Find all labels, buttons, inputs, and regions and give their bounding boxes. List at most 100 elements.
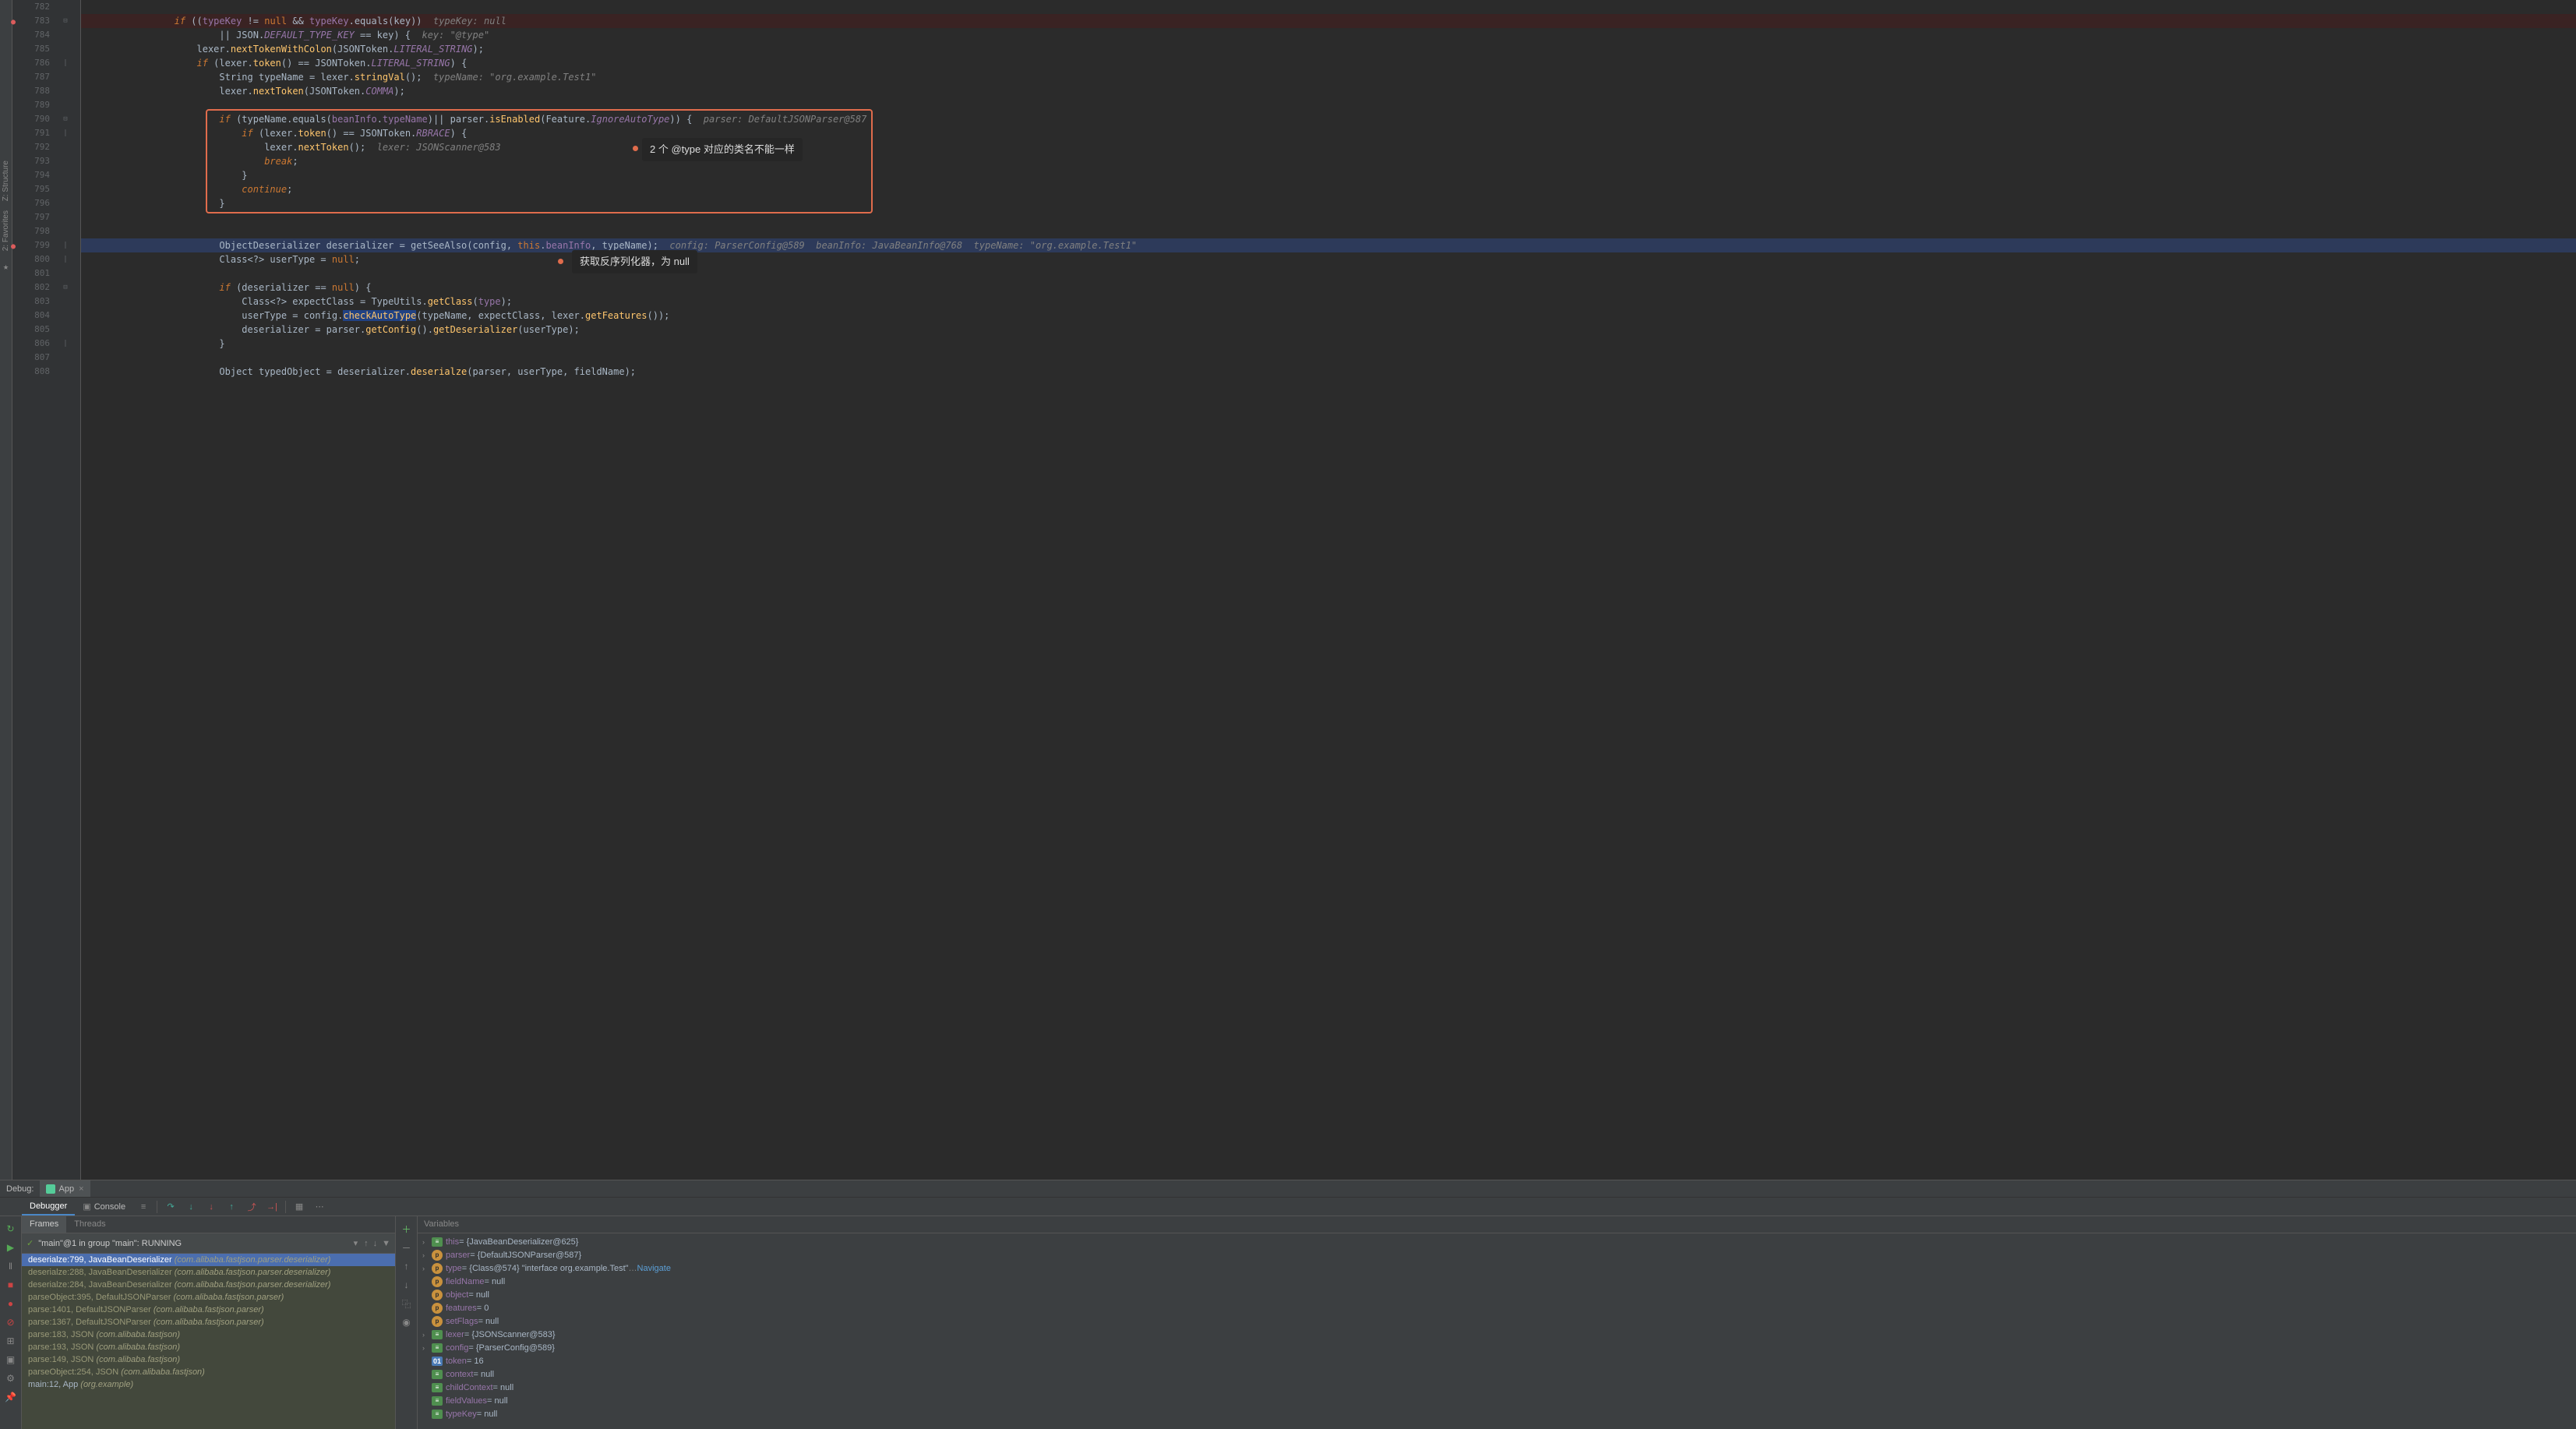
thread-selector[interactable]: ✓ "main"@1 in group "main": RUNNING ▾ ↑ … [22, 1233, 395, 1254]
camera-icon[interactable]: ▣ [4, 1353, 18, 1367]
force-step-into-icon[interactable]: ↓ [205, 1201, 217, 1213]
code-line[interactable] [81, 0, 2576, 14]
variable-row[interactable]: ›ptype = {Class@574} "interface org.exam… [421, 1261, 2573, 1275]
debugger-tab[interactable]: Debugger [22, 1198, 75, 1216]
prev-frame-icon[interactable]: ↑ [364, 1239, 369, 1248]
structure-tool-button[interactable]: Z: Structure [2, 161, 10, 201]
close-icon[interactable]: × [79, 1184, 83, 1194]
code-line[interactable]: String typeName = lexer.stringVal(); typ… [81, 70, 2576, 84]
add-watch-icon[interactable]: ＋ [400, 1222, 414, 1236]
more-icon[interactable]: ⋯ [313, 1201, 326, 1213]
variable-row[interactable]: pfieldName = null [421, 1275, 2573, 1288]
code-line[interactable]: || JSON.DEFAULT_TYPE_KEY == key) { key: … [81, 28, 2576, 42]
variable-row[interactable]: ›≡config = {ParserConfig@589} [421, 1341, 2573, 1354]
navigate-link[interactable]: Navigate [637, 1264, 671, 1273]
debug-run-tab-label: App [58, 1184, 74, 1194]
drop-frame-icon[interactable]: ⤴ [245, 1201, 258, 1213]
variable-row[interactable]: ≡fieldValues = null [421, 1394, 2573, 1407]
chevron-right-icon[interactable]: › [422, 1251, 432, 1259]
pin-icon[interactable]: 📌 [4, 1390, 18, 1404]
code-line[interactable]: userType = config.checkAutoType(typeName… [81, 309, 2576, 323]
param-icon: p [432, 1303, 443, 1314]
code-editor[interactable]: if ((typeKey != null && typeKey.equals(k… [81, 0, 2576, 1180]
code-line[interactable]: ObjectDeserializer deserializer = getSee… [81, 238, 2576, 252]
stack-frame[interactable]: parse:193, JSON (com.alibaba.fastjson) [22, 1341, 395, 1353]
threads-tab[interactable]: Threads [66, 1216, 113, 1233]
variable-row[interactable]: ›≡lexer = {JSONScanner@583} [421, 1328, 2573, 1341]
filter-icon[interactable]: ▼ [382, 1239, 390, 1248]
chevron-right-icon[interactable]: › [422, 1265, 432, 1272]
code-line[interactable]: deserializer = parser.getConfig().getDes… [81, 323, 2576, 337]
favorites-tool-button[interactable]: 2: Favorites [2, 210, 10, 251]
variable-value: = null [468, 1290, 489, 1300]
stack-frame[interactable]: deserialze:799, JavaBeanDeserializer (co… [22, 1254, 395, 1266]
glasses-icon[interactable]: ◉ [400, 1315, 414, 1329]
step-into-icon[interactable]: ↓ [185, 1201, 197, 1213]
variable-row[interactable]: pfeatures = 0 [421, 1301, 2573, 1314]
stack-frame[interactable]: parseObject:254, JSON (com.alibaba.fastj… [22, 1366, 395, 1378]
stack-frame[interactable]: main:12, App (org.example) [22, 1378, 395, 1391]
console-tab[interactable]: ▣Console [75, 1198, 133, 1215]
step-out-icon[interactable]: ↑ [225, 1201, 238, 1213]
code-line[interactable]: if ((typeKey != null && typeKey.equals(k… [81, 14, 2576, 28]
stack-frame[interactable]: deserialze:288, JavaBeanDeserializer (co… [22, 1266, 395, 1279]
variable-row[interactable]: psetFlags = null [421, 1314, 2573, 1328]
code-line[interactable] [81, 224, 2576, 238]
left-tool-rail: Z: Structure 2: Favorites ★ [0, 0, 12, 1180]
frames-list[interactable]: deserialze:799, JavaBeanDeserializer (co… [22, 1254, 395, 1429]
frames-tab[interactable]: Frames [22, 1216, 66, 1233]
threads-icon[interactable]: ≡ [137, 1201, 150, 1213]
code-line[interactable]: lexer.nextToken(JSONToken.COMMA); [81, 84, 2576, 98]
variable-value: = {JSONScanner@583} [464, 1330, 556, 1339]
view-breakpoints-icon[interactable]: ● [4, 1297, 18, 1311]
variable-row[interactable]: ≡childContext = null [421, 1381, 2573, 1394]
code-line[interactable]: } [81, 337, 2576, 351]
code-line[interactable]: Class<?> userType = null; [81, 252, 2576, 266]
step-over-icon[interactable]: ↷ [164, 1201, 177, 1213]
layout-icon[interactable]: ⊞ [4, 1334, 18, 1348]
evaluate-icon[interactable]: ▦ [293, 1201, 305, 1213]
run-to-cursor-icon[interactable]: →| [266, 1201, 278, 1213]
mute-breakpoints-icon[interactable]: ⊘ [4, 1315, 18, 1329]
dropdown-icon[interactable]: ▾ [354, 1238, 358, 1248]
stack-frame[interactable]: parse:1401, DefaultJSONParser (com.aliba… [22, 1304, 395, 1316]
chevron-right-icon[interactable]: › [422, 1344, 432, 1352]
variable-row[interactable]: ≡typeKey = null [421, 1407, 2573, 1420]
fold-gutter[interactable]: ⊟|⊟|||⊟| [58, 0, 73, 1180]
rerun-icon[interactable]: ↻ [4, 1222, 18, 1236]
down-icon[interactable]: ↓ [400, 1278, 414, 1292]
variable-row[interactable]: ›≡this = {JavaBeanDeserializer@625} [421, 1235, 2573, 1248]
line-gutter[interactable]: 782783●784785786787788789790791792793794… [12, 0, 58, 1180]
stack-frame[interactable]: parse:149, JSON (com.alibaba.fastjson) [22, 1353, 395, 1366]
next-frame-icon[interactable]: ↓ [373, 1239, 378, 1248]
code-line[interactable]: lexer.nextTokenWithColon(JSONToken.LITER… [81, 42, 2576, 56]
debug-toolbar: Debugger ▣Console ≡ ↷ ↓ ↓ ↑ ⤴ →| ▦ ⋯ [0, 1198, 2576, 1216]
stack-frame[interactable]: deserialze:284, JavaBeanDeserializer (co… [22, 1279, 395, 1291]
stop-icon[interactable]: ■ [4, 1278, 18, 1292]
resume-icon[interactable]: ▶ [4, 1240, 18, 1254]
variable-row[interactable]: 01token = 16 [421, 1354, 2573, 1367]
stack-frame[interactable]: parseObject:395, DefaultJSONParser (com.… [22, 1291, 395, 1304]
variable-row[interactable]: ›pparser = {DefaultJSONParser@587} [421, 1248, 2573, 1261]
code-line[interactable]: if (lexer.token() == JSONToken.LITERAL_S… [81, 56, 2576, 70]
code-line[interactable]: Class<?> expectClass = TypeUtils.getClas… [81, 295, 2576, 309]
chevron-right-icon[interactable]: › [422, 1331, 432, 1339]
code-line[interactable] [81, 351, 2576, 365]
pause-icon[interactable]: ‖ [4, 1259, 18, 1273]
variable-row[interactable]: pobject = null [421, 1288, 2573, 1301]
code-line[interactable]: if (deserializer == null) { [81, 281, 2576, 295]
variable-name: object [446, 1290, 468, 1300]
up-icon[interactable]: ↑ [400, 1259, 414, 1273]
code-line[interactable] [81, 266, 2576, 281]
copy-icon[interactable]: ⿻ [400, 1297, 414, 1311]
chevron-right-icon[interactable]: › [422, 1238, 432, 1246]
settings-icon[interactable]: ⚙ [4, 1371, 18, 1385]
stack-frame[interactable]: parse:183, JSON (com.alibaba.fastjson) [22, 1328, 395, 1341]
stack-frame[interactable]: parse:1367, DefaultJSONParser (com.aliba… [22, 1316, 395, 1328]
vars-side-toolbar: ＋ － ↑ ↓ ⿻ ◉ [396, 1216, 418, 1429]
variables-tree[interactable]: ›≡this = {JavaBeanDeserializer@625}›ppar… [418, 1233, 2576, 1429]
code-line[interactable]: Object typedObject = deserializer.deseri… [81, 365, 2576, 379]
debug-run-tab[interactable]: App × [40, 1180, 90, 1197]
remove-watch-icon[interactable]: － [400, 1240, 414, 1254]
variable-row[interactable]: ≡context = null [421, 1367, 2573, 1381]
